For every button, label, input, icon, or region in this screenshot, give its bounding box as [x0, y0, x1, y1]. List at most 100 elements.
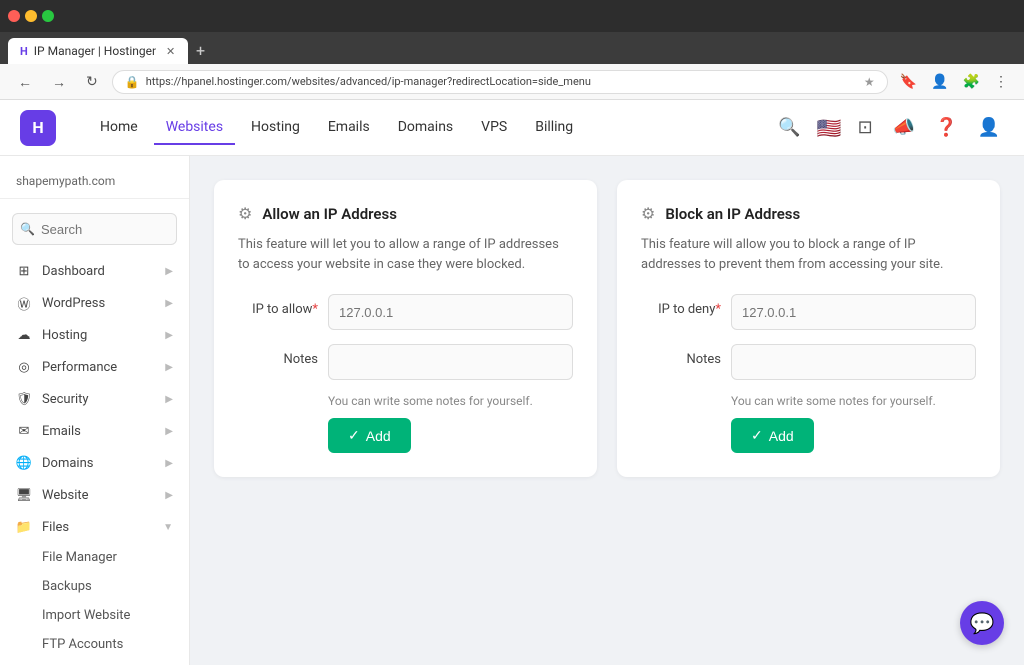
sidebar-website-label: Website	[42, 488, 89, 503]
search-icon: 🔍	[20, 222, 35, 236]
sidebar-search-input[interactable]	[12, 213, 177, 245]
back-button[interactable]: ←	[12, 70, 38, 94]
security-expand-icon: ▶	[165, 394, 173, 405]
domains-expand-icon: ▶	[165, 458, 173, 469]
bookmark-button[interactable]: 🔖	[896, 69, 921, 94]
sidebar-sub-import-website[interactable]: Import Website	[0, 601, 189, 630]
block-add-button[interactable]: ✓ Add	[731, 418, 814, 453]
forward-button[interactable]: →	[46, 70, 72, 94]
allow-card-header: ⚙ Allow an IP Address	[238, 204, 573, 223]
allow-notes-hint: You can write some notes for yourself.	[328, 394, 573, 408]
hosting-icon: ☁	[16, 327, 32, 343]
tab-title: IP Manager | Hostinger	[34, 44, 156, 58]
tab-favicon: H	[20, 45, 28, 58]
wordpress-expand-icon: ▶	[165, 298, 173, 309]
nav-billing[interactable]: Billing	[523, 111, 585, 145]
files-icon: 📁	[16, 519, 32, 535]
active-tab[interactable]: H IP Manager | Hostinger ✕	[8, 38, 188, 64]
hosting-expand-icon: ▶	[165, 330, 173, 341]
block-ip-form-group: IP to deny*	[641, 294, 976, 330]
block-ip-label: IP to deny*	[641, 294, 721, 317]
account-button[interactable]: 👤	[974, 113, 1004, 142]
allow-add-label: Add	[366, 428, 391, 444]
address-bar[interactable]: 🔒 https://hpanel.hostinger.com/websites/…	[112, 70, 888, 94]
browser-toolbar: ← → ↻ 🔒 https://hpanel.hostinger.com/web…	[0, 64, 1024, 100]
website-icon: 🖥	[16, 487, 32, 503]
main-content: ⚙ Allow an IP Address This feature will …	[190, 156, 1024, 665]
sidebar-security-label: Security	[42, 392, 89, 407]
sidebar-item-wordpress[interactable]: Ⓦ WordPress ▶	[0, 287, 189, 319]
nav-links: Home Websites Hosting Emails Domains VPS…	[88, 111, 750, 145]
windows-button[interactable]: ⊡	[854, 113, 877, 142]
sidebar-search-container: 🔍	[0, 207, 189, 255]
allow-notes-input[interactable]	[328, 344, 573, 380]
tab-close-btn[interactable]: ✕	[166, 45, 175, 58]
sidebar-sub-ftp-accounts[interactable]: FTP Accounts	[0, 630, 189, 659]
block-ip-required-marker: *	[715, 302, 721, 317]
allow-add-button[interactable]: ✓ Add	[328, 418, 411, 453]
files-expand-icon: ▼	[163, 522, 173, 533]
url-display: https://hpanel.hostinger.com/websites/ad…	[146, 75, 591, 88]
notifications-button[interactable]: 📣	[889, 113, 919, 142]
sidebar-sub-file-manager[interactable]: File Manager	[0, 543, 189, 572]
sidebar-item-website[interactable]: 🖥 Website ▶	[0, 479, 189, 511]
allow-gear-icon: ⚙	[238, 204, 252, 223]
sidebar-performance-label: Performance	[42, 360, 117, 375]
block-ip-input[interactable]	[731, 294, 976, 330]
allow-notes-form-group: Notes	[238, 344, 573, 380]
allow-notes-label: Notes	[238, 344, 318, 367]
sidebar-item-files[interactable]: 📁 Files ▼	[0, 511, 189, 543]
nav-vps[interactable]: VPS	[469, 111, 519, 145]
performance-icon: ◎	[16, 359, 32, 375]
nav-hosting[interactable]: Hosting	[239, 111, 312, 145]
refresh-button[interactable]: ↻	[80, 69, 104, 94]
sidebar-item-domains[interactable]: 🌐 Domains ▶	[0, 447, 189, 479]
nav-home[interactable]: Home	[88, 111, 150, 145]
nav-websites[interactable]: Websites	[154, 111, 235, 145]
sidebar-sub-backups[interactable]: Backups	[0, 572, 189, 601]
allow-ip-required-marker: *	[312, 302, 318, 317]
allow-ip-form-group: IP to allow*	[238, 294, 573, 330]
nav-emails[interactable]: Emails	[316, 111, 382, 145]
chat-bubble-button[interactable]: 💬	[960, 601, 1004, 645]
wordpress-icon: Ⓦ	[16, 295, 32, 311]
sidebar-files-label: Files	[42, 520, 69, 535]
logo: H	[20, 110, 56, 146]
sidebar-item-security[interactable]: 🛡 Security ▶	[0, 383, 189, 415]
search-button[interactable]: 🔍	[774, 113, 804, 142]
block-gear-icon: ⚙	[641, 204, 655, 223]
new-tab-button[interactable]: +	[188, 37, 213, 64]
sidebar-item-dashboard[interactable]: ⊞ Dashboard ▶	[0, 255, 189, 287]
sidebar-domains-label: Domains	[42, 456, 93, 471]
cards-row: ⚙ Allow an IP Address This feature will …	[214, 180, 1000, 477]
allow-card-title: Allow an IP Address	[262, 205, 397, 223]
block-card-description: This feature will allow you to block a r…	[641, 235, 976, 274]
extensions-button[interactable]: 🧩	[959, 69, 984, 94]
help-button[interactable]: ❓	[931, 113, 961, 142]
nav-domains[interactable]: Domains	[386, 111, 465, 145]
block-add-checkmark-icon: ✓	[751, 427, 763, 444]
profile-button[interactable]: 👤	[927, 69, 952, 94]
sidebar-item-emails[interactable]: ✉ Emails ▶	[0, 415, 189, 447]
nav-right-actions: 🔍 🇺🇸 ⊡ 📣 ❓ 👤	[774, 113, 1004, 142]
sidebar-wordpress-label: WordPress	[42, 296, 105, 311]
allow-ip-label: IP to allow*	[238, 294, 318, 317]
emails-icon: ✉	[16, 423, 32, 439]
sidebar-item-performance[interactable]: ◎ Performance ▶	[0, 351, 189, 383]
emails-expand-icon: ▶	[165, 426, 173, 437]
sidebar-item-hosting[interactable]: ☁ Hosting ▶	[0, 319, 189, 351]
sidebar-emails-label: Emails	[42, 424, 81, 439]
allow-ip-input[interactable]	[328, 294, 573, 330]
block-notes-input[interactable]	[731, 344, 976, 380]
block-notes-hint: You can write some notes for yourself.	[731, 394, 976, 408]
website-expand-icon: ▶	[165, 490, 173, 501]
block-card-header: ⚙ Block an IP Address	[641, 204, 976, 223]
sidebar: shapemypath.com 🔍 ⊞ Dashboard ▶ Ⓦ WordPr…	[0, 156, 190, 665]
language-flag[interactable]: 🇺🇸	[817, 116, 842, 140]
top-navigation: H Home Websites Hosting Emails Domains V…	[0, 100, 1024, 156]
block-notes-label: Notes	[641, 344, 721, 367]
menu-button[interactable]: ⋮	[990, 69, 1012, 94]
allow-add-checkmark-icon: ✓	[348, 427, 360, 444]
block-notes-form-group: Notes	[641, 344, 976, 380]
block-card-title: Block an IP Address	[665, 205, 800, 223]
